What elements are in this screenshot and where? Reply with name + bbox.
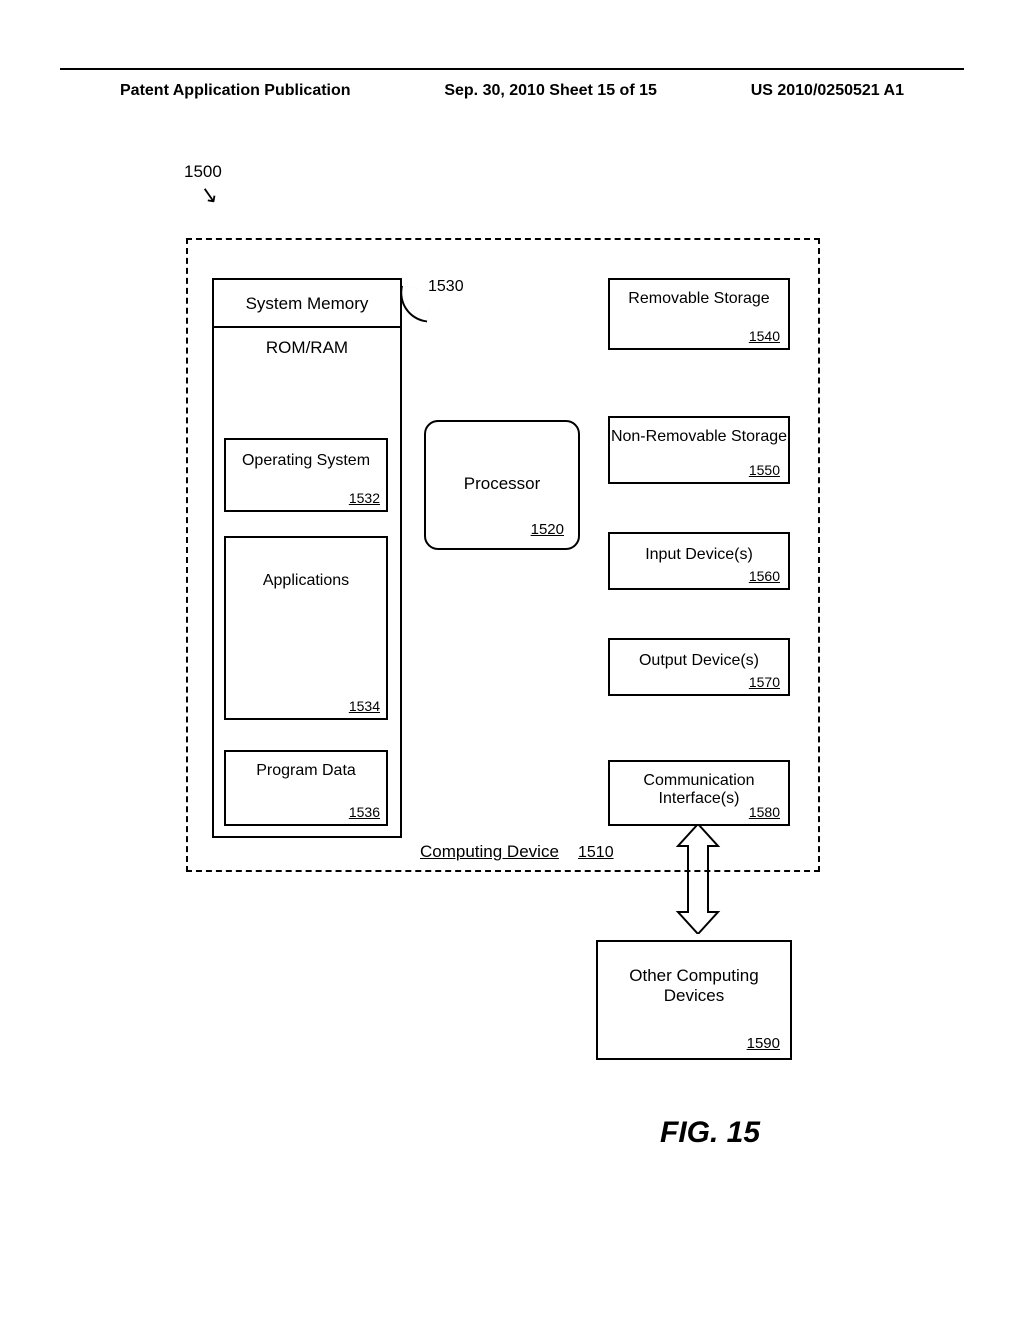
communication-interfaces-ref: 1580 bbox=[749, 804, 780, 820]
rom-ram-label: ROM/RAM bbox=[214, 328, 400, 364]
processor-ref: 1520 bbox=[531, 521, 564, 538]
operating-system-ref: 1532 bbox=[349, 490, 380, 506]
processor-label: Processor bbox=[464, 474, 541, 493]
non-removable-storage-ref: 1550 bbox=[749, 462, 780, 478]
output-devices-box: Output Device(s) 1570 bbox=[608, 638, 790, 696]
non-removable-storage-label: Non-Removable Storage bbox=[611, 428, 787, 445]
header-right: US 2010/0250521 A1 bbox=[751, 82, 904, 100]
applications-ref: 1534 bbox=[349, 698, 380, 714]
input-devices-ref: 1560 bbox=[749, 568, 780, 584]
input-devices-label: Input Device(s) bbox=[645, 546, 753, 563]
sysmem-pointer-ref: 1530 bbox=[428, 278, 464, 296]
page-header: Patent Application Publication Sep. 30, … bbox=[0, 82, 1024, 100]
header-left: Patent Application Publication bbox=[120, 82, 351, 100]
bidirectional-arrow-icon bbox=[672, 824, 724, 934]
program-data-label: Program Data bbox=[256, 762, 356, 779]
applications-box: Applications 1534 bbox=[224, 536, 388, 720]
applications-label: Applications bbox=[263, 572, 349, 589]
output-devices-ref: 1570 bbox=[749, 674, 780, 690]
system-memory-title: System Memory bbox=[214, 280, 400, 328]
removable-storage-label: Removable Storage bbox=[628, 290, 769, 307]
output-devices-label: Output Device(s) bbox=[639, 652, 759, 669]
header-rule bbox=[60, 68, 964, 70]
program-data-box: Program Data 1536 bbox=[224, 750, 388, 826]
figure-caption: FIG. 15 bbox=[660, 1116, 760, 1150]
other-computing-devices-ref: 1590 bbox=[747, 1035, 780, 1052]
input-devices-box: Input Device(s) 1560 bbox=[608, 532, 790, 590]
non-removable-storage-box: Non-Removable Storage 1550 bbox=[608, 416, 790, 484]
operating-system-box: Operating System 1532 bbox=[224, 438, 388, 512]
communication-interfaces-box: Communication Interface(s) 1580 bbox=[608, 760, 790, 826]
header-center: Sep. 30, 2010 Sheet 15 of 15 bbox=[444, 82, 657, 100]
processor-box: Processor 1520 bbox=[424, 420, 580, 550]
removable-storage-ref: 1540 bbox=[749, 328, 780, 344]
computing-device-ref: 1510 bbox=[578, 844, 614, 862]
program-data-ref: 1536 bbox=[349, 804, 380, 820]
removable-storage-box: Removable Storage 1540 bbox=[608, 278, 790, 350]
computing-device-label: Computing Device bbox=[420, 842, 559, 862]
computing-device-enclosure: 1530 System Memory ROM/RAM Operating Sys… bbox=[186, 238, 820, 872]
reference-arrow-icon: ↘ bbox=[198, 181, 221, 210]
other-computing-devices-box: Other Computing Devices 1590 bbox=[596, 940, 792, 1060]
operating-system-label: Operating System bbox=[242, 452, 370, 469]
communication-interfaces-label: Communication Interface(s) bbox=[643, 772, 754, 807]
other-computing-devices-label: Other Computing Devices bbox=[629, 966, 758, 1005]
figure-reference-number: 1500 bbox=[184, 162, 222, 182]
system-memory-box: System Memory ROM/RAM Operating System 1… bbox=[212, 278, 402, 838]
